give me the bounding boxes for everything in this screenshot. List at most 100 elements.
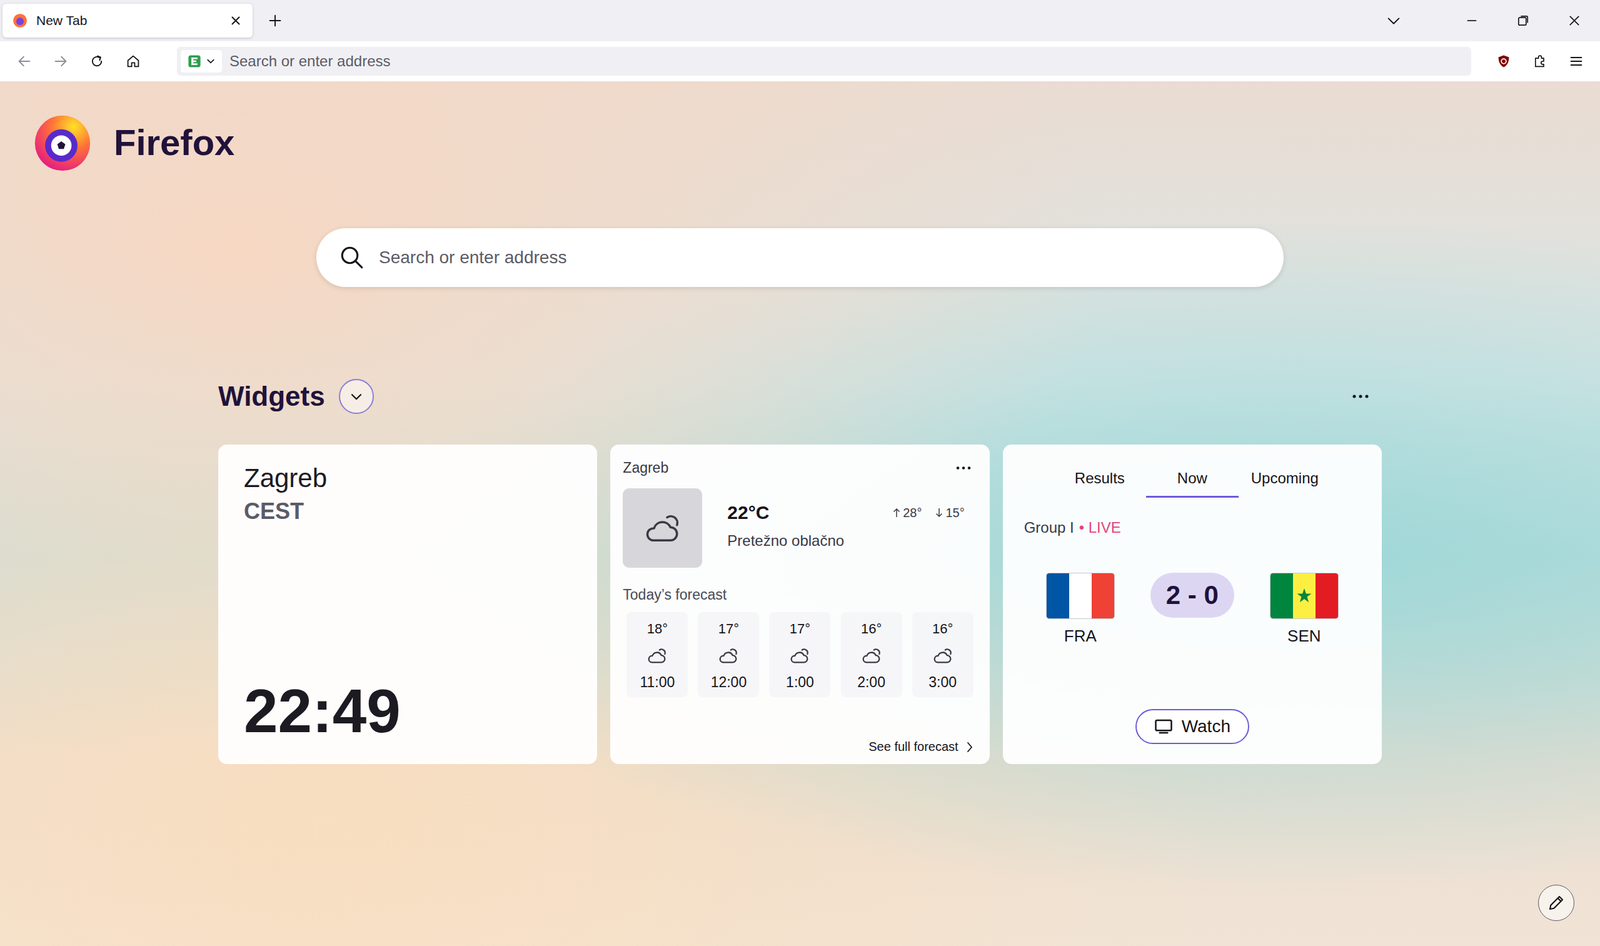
score: 2 - 0 [1150, 572, 1235, 618]
widgets-header: Widgets [218, 378, 1382, 415]
address-placeholder: Search or enter address [229, 52, 391, 71]
partly-cloudy-icon [930, 644, 955, 668]
search-box[interactable]: Search or enter address [316, 228, 1284, 287]
ublock-button[interactable] [1487, 45, 1520, 78]
arrow-right-icon [53, 53, 69, 69]
sports-tab[interactable]: Results [1053, 463, 1147, 498]
widgets-menu-button[interactable] [1344, 382, 1377, 411]
hour-temperature: 17° [789, 620, 811, 638]
home-button[interactable] [116, 45, 150, 78]
full-forecast-label: See full forecast [868, 739, 958, 755]
sports-widget: ResultsNowUpcoming Group I• LIVE FRA 2 - 0 S… [1002, 444, 1382, 765]
high-temperature: 28° [902, 505, 922, 521]
hour-temperature: 18° [647, 620, 668, 638]
puzzle-icon [1532, 53, 1548, 69]
watch-label: Watch [1181, 716, 1231, 737]
temperature-row: 22°C 28° 15° [727, 502, 977, 524]
weather-condition: Pretežno oblačno [727, 532, 977, 550]
clock-time: 22:49 [243, 680, 572, 742]
hour-temperature: 16° [932, 620, 953, 638]
back-button[interactable] [8, 45, 41, 78]
weather-icon-box [622, 488, 703, 568]
current-temperature: 22°C [727, 502, 770, 524]
search-engine-button[interactable] [180, 50, 222, 73]
hourly-forecast: 18° 11:00 17° 12:00 17° 1:00 16° 2:00 16° 3:00 [622, 612, 977, 698]
flag-icon [1046, 572, 1115, 619]
chevron-right-icon [966, 740, 974, 755]
minimize-icon [1464, 13, 1480, 29]
list-all-tabs-button[interactable] [1377, 4, 1410, 37]
widget-cards: Zagreb CEST 22:49 Zagreb 22°C 28° 15° Pretežno … [218, 444, 1382, 765]
weather-menu-button[interactable] [949, 456, 978, 479]
magnifier-icon [338, 244, 366, 271]
partly-cloudy-icon [640, 506, 685, 551]
flag-icon [1269, 572, 1339, 619]
clock-city: Zagreb [243, 463, 572, 494]
close-icon [1566, 13, 1582, 29]
low-temperature: 15° [945, 505, 965, 521]
sports-tab[interactable]: Now [1146, 463, 1239, 498]
team-name: SEN [1287, 626, 1321, 646]
tab-label: New Tab [36, 13, 221, 29]
firefox-logo-icon [32, 111, 93, 172]
close-tab-icon[interactable] [228, 13, 243, 28]
new-tab-page: Firefox Search or enter address Widgets Zag… [0, 81, 1600, 946]
reload-button[interactable] [80, 45, 114, 78]
weather-header: Zagreb [622, 455, 977, 480]
sports-tab[interactable]: Upcoming [1238, 463, 1332, 498]
partly-cloudy-icon [859, 644, 884, 668]
forecast-title: Today’s forecast [622, 586, 977, 604]
firefox-favicon-icon [12, 13, 28, 29]
new-tab-button[interactable] [258, 4, 292, 37]
watch-button[interactable]: Watch [1135, 709, 1250, 745]
widgets-section: Widgets Zagreb CEST 22:49 Zagreb 22°C 28° 15° Pr… [218, 378, 1382, 765]
partly-cloudy-icon [787, 644, 812, 668]
chevron-down-icon [205, 56, 216, 67]
full-forecast-link[interactable]: See full forecast [868, 734, 977, 755]
arrow-up-icon [892, 507, 901, 519]
match-score: FRA 2 - 0 SEN [1015, 572, 1370, 646]
hour-temperature: 17° [718, 620, 740, 638]
forecast-hour: 17° 12:00 [697, 612, 760, 698]
chevron-down-icon [347, 387, 366, 406]
tab-bar: New Tab [0, 0, 1600, 42]
hour-time: 3:00 [928, 674, 957, 691]
hour-time: 2:00 [857, 674, 886, 691]
clock-widget: Zagreb CEST 22:49 [218, 444, 598, 765]
away-team: SEN [1260, 572, 1349, 646]
restore-button[interactable] [1497, 0, 1549, 42]
extensions-button[interactable] [1523, 45, 1557, 78]
forecast-hour: 17° 1:00 [769, 612, 831, 698]
high-low: 28° 15° [892, 505, 965, 521]
hour-time: 1:00 [785, 674, 815, 691]
close-window-button[interactable] [1548, 0, 1600, 42]
app-menu-button[interactable] [1559, 45, 1593, 78]
brand: Firefox [0, 81, 1600, 172]
firefox-window: New Tab Search or enter address Firefox Sea… [0, 0, 1600, 946]
forecast-hour: 18° 11:00 [626, 612, 688, 698]
hamburger-menu-icon [1568, 53, 1584, 69]
collapse-widgets-button[interactable] [338, 378, 374, 414]
partly-cloudy-icon [645, 644, 670, 668]
pencil-icon [1546, 893, 1566, 913]
match-group: Group I• LIVE [1015, 518, 1370, 537]
clock-timezone: CEST [243, 498, 572, 525]
forward-button[interactable] [44, 45, 77, 78]
restore-icon [1515, 13, 1531, 29]
address-bar[interactable]: Search or enter address [176, 46, 1472, 76]
forecast-hour: 16° 3:00 [912, 612, 974, 698]
chevron-down-icon [1386, 13, 1402, 29]
hour-temperature: 16° [860, 620, 882, 638]
brand-name: Firefox [113, 121, 235, 164]
weather-widget: Zagreb 22°C 28° 15° Pretežno oblačno Today’s … [610, 444, 990, 765]
plus-icon [267, 13, 283, 29]
customize-button[interactable] [1538, 884, 1575, 921]
team-name: FRA [1064, 626, 1097, 646]
hour-time: 12:00 [710, 674, 748, 691]
arrow-down-icon [935, 507, 943, 519]
monitor-icon [1154, 718, 1173, 735]
more-dots-icon [1351, 393, 1370, 400]
minimize-button[interactable] [1446, 0, 1498, 42]
browser-tab[interactable]: New Tab [2, 3, 253, 38]
hour-time: 11:00 [639, 674, 675, 691]
